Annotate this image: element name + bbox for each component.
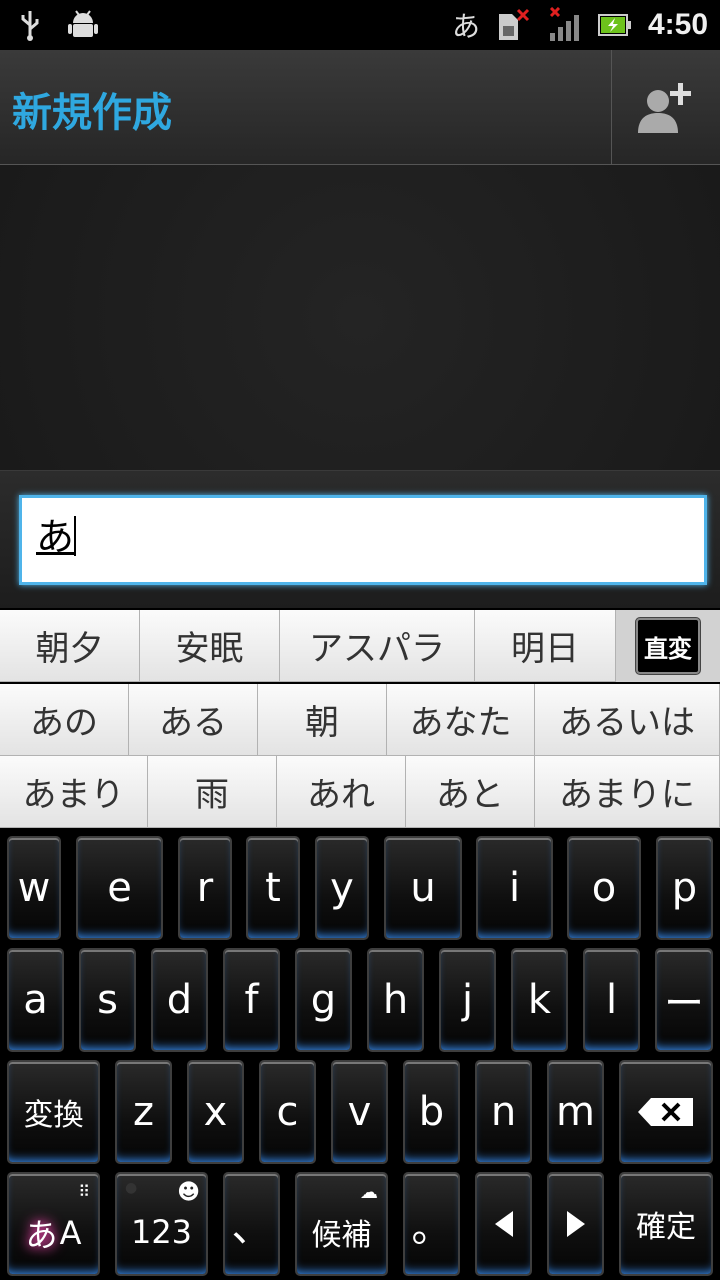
key-n[interactable]: n: [475, 1060, 532, 1164]
candidates-key[interactable]: 候補 ☁: [295, 1172, 388, 1276]
candidate-item[interactable]: あるいは: [535, 684, 720, 756]
clock: 4:50: [647, 8, 708, 41]
candidate-item[interactable]: あまり: [0, 756, 148, 828]
candidate-item[interactable]: あと: [406, 756, 535, 828]
key-e[interactable]: e: [76, 836, 163, 940]
backspace-key[interactable]: [619, 1060, 713, 1164]
direct-convert-label: 直変: [636, 618, 700, 674]
convert-key[interactable]: 変換: [7, 1060, 100, 1164]
candidates-label: 候補: [311, 1218, 372, 1253]
direct-convert-button[interactable]: 直変: [616, 610, 720, 682]
android-debug-icon: [68, 10, 98, 37]
candidate-item[interactable]: ある: [129, 684, 258, 756]
confirm-key[interactable]: 確定: [619, 1172, 713, 1276]
key-h[interactable]: h: [367, 948, 424, 1052]
candidate-item[interactable]: 朝: [258, 684, 387, 756]
mode-kana-label: あ: [25, 1216, 58, 1254]
usb-icon: [21, 11, 39, 41]
keyboard: w e r t y u i o p a s d f g h j k l ー 変換…: [0, 828, 720, 1280]
person-add-icon: [638, 83, 691, 133]
key-long-vowel[interactable]: ー: [655, 948, 713, 1052]
candidate-row-2: あの ある 朝 あなた あるいは: [0, 684, 720, 756]
candidate-item[interactable]: アスパラ: [280, 610, 475, 682]
text-caret: [74, 516, 77, 556]
dot-icon: ●: [125, 1180, 138, 1196]
composing-text: あ: [36, 515, 75, 559]
key-w[interactable]: w: [7, 836, 61, 940]
battery-charging-icon: [597, 14, 631, 36]
key-b[interactable]: b: [403, 1060, 460, 1164]
key-l[interactable]: l: [583, 948, 640, 1052]
compose-bar: あ: [0, 470, 720, 608]
period-key[interactable]: 。: [403, 1172, 460, 1276]
key-c[interactable]: c: [259, 1060, 316, 1164]
key-p[interactable]: p: [656, 836, 713, 940]
key-o[interactable]: o: [567, 836, 641, 940]
key-k[interactable]: k: [511, 948, 568, 1052]
comma-key[interactable]: 、: [223, 1172, 280, 1276]
key-u[interactable]: u: [384, 836, 462, 940]
cursor-left-key[interactable]: [475, 1172, 532, 1276]
candidate-item[interactable]: あなた: [387, 684, 535, 756]
message-input[interactable]: あ: [19, 495, 707, 585]
key-j[interactable]: j: [439, 948, 496, 1052]
sim-error-icon: [498, 8, 530, 40]
signal-none-icon: [549, 7, 579, 41]
action-bar: 新規作成: [0, 50, 720, 165]
status-bar: あ 4:50: [0, 0, 720, 50]
key-i[interactable]: i: [476, 836, 553, 940]
arrow-left-icon: [494, 1211, 513, 1237]
candidate-item[interactable]: あの: [0, 684, 129, 756]
message-thread-area: [0, 165, 720, 470]
candidate-item[interactable]: 雨: [148, 756, 277, 828]
key-r[interactable]: r: [178, 836, 232, 940]
candidate-row-3: あまり 雨 あれ あと あまりに: [0, 756, 720, 828]
mode-alpha-label: A: [59, 1214, 82, 1252]
numbers-key[interactable]: 123 ☻ ●: [115, 1172, 208, 1276]
key-t[interactable]: t: [246, 836, 300, 940]
candidate-item[interactable]: あれ: [277, 756, 406, 828]
numbers-label: 123: [130, 1213, 193, 1251]
key-y[interactable]: y: [315, 836, 369, 940]
backspace-icon: [638, 1098, 693, 1126]
key-f[interactable]: f: [223, 948, 280, 1052]
add-contact-button[interactable]: [611, 50, 720, 164]
key-v[interactable]: v: [331, 1060, 388, 1164]
key-m[interactable]: m: [547, 1060, 604, 1164]
candidate-item[interactable]: 明日: [475, 610, 616, 682]
candidate-item[interactable]: 朝夕: [0, 610, 140, 682]
arrow-right-icon: [566, 1211, 585, 1237]
key-x[interactable]: x: [187, 1060, 244, 1164]
cloud-icon: ☁: [360, 1182, 378, 1203]
key-a[interactable]: a: [7, 948, 64, 1052]
candidate-item[interactable]: あまりに: [535, 756, 720, 828]
emoji-icon: ☻: [177, 1180, 200, 1205]
cursor-right-key[interactable]: [547, 1172, 604, 1276]
ime-indicator: あ: [451, 10, 480, 43]
page-title: 新規作成: [12, 90, 172, 136]
key-g[interactable]: g: [295, 948, 352, 1052]
key-d[interactable]: d: [151, 948, 208, 1052]
candidate-row-1: 朝夕 安眠 アスパラ 明日 直変: [0, 610, 720, 682]
grid-icon: ⠿: [78, 1182, 90, 1201]
input-mode-key[interactable]: あ A ⠿: [7, 1172, 100, 1276]
key-z[interactable]: z: [115, 1060, 172, 1164]
candidate-item[interactable]: 安眠: [140, 610, 280, 682]
key-s[interactable]: s: [79, 948, 136, 1052]
